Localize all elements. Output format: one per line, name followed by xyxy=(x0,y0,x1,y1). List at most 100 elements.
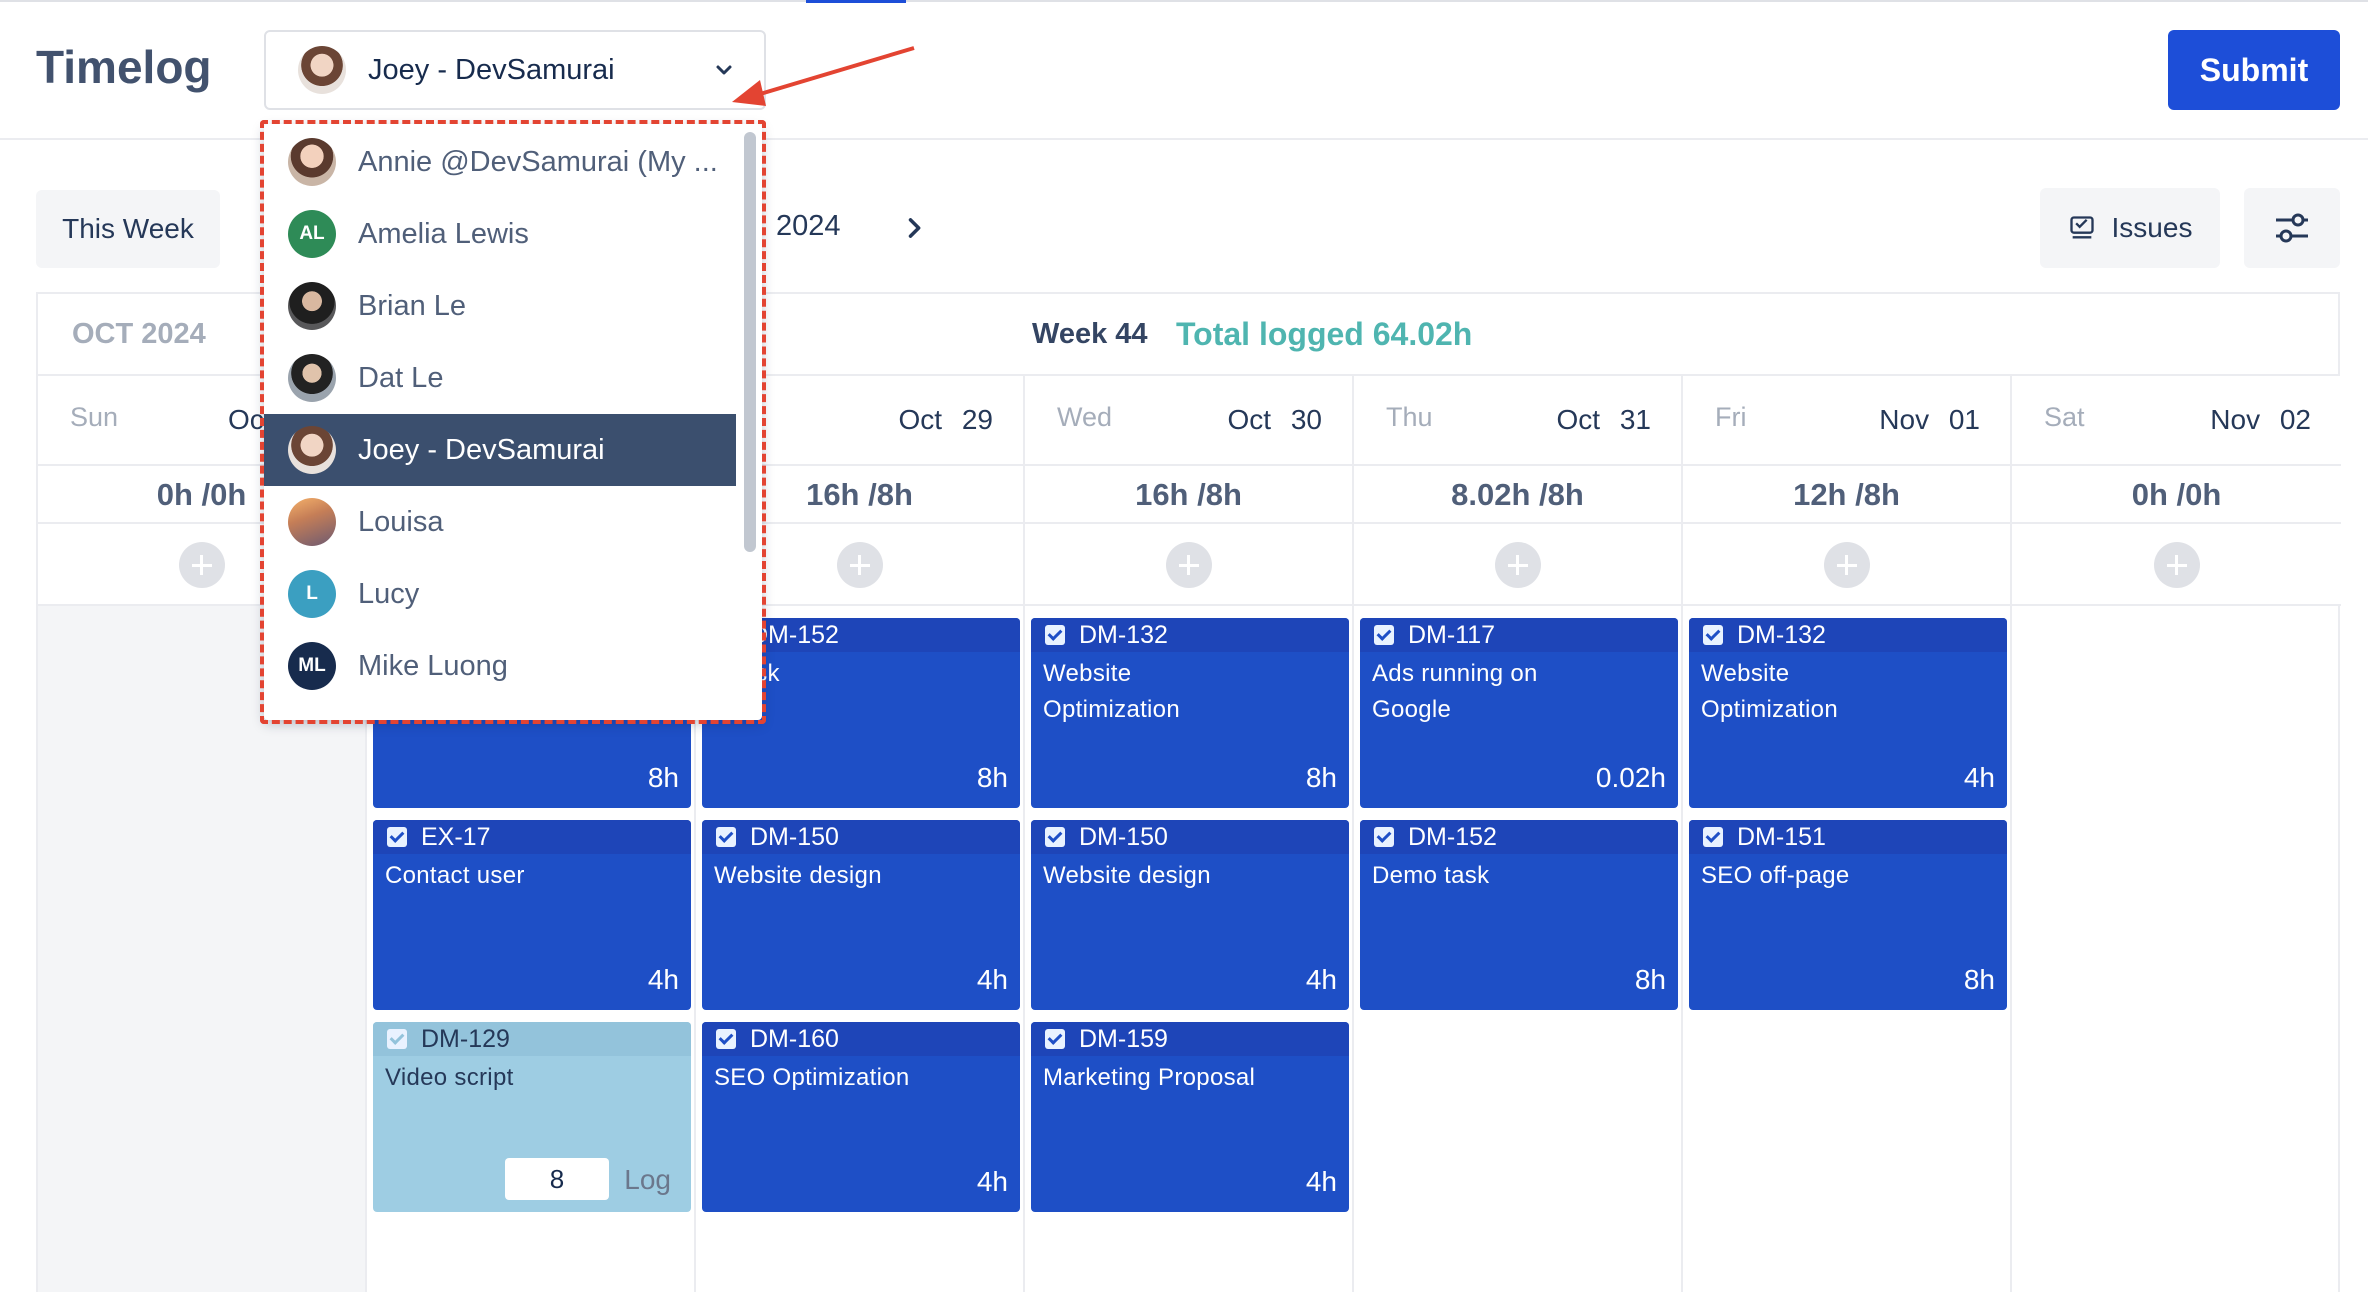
user-option[interactable]: Dat Le xyxy=(264,342,736,414)
checkbox-icon xyxy=(1045,625,1065,645)
card-hours: 8h xyxy=(647,762,679,793)
card-issue-key: DM-151 xyxy=(1737,822,1826,851)
issues-icon xyxy=(2069,216,2094,239)
card-issue-key: DM-159 xyxy=(1079,1024,1168,1053)
user-option-label: Annie @DevSamurai (My ... xyxy=(358,145,718,178)
avatar xyxy=(288,138,336,186)
card-issue-key: DM-150 xyxy=(1079,822,1168,851)
day-name: Sun xyxy=(70,402,119,432)
add-worklog-button[interactable] xyxy=(2153,542,2200,588)
card-summary: Website Optimization xyxy=(1043,660,1180,723)
selected-user-label: Joey - DevSamurai xyxy=(368,53,615,86)
day-hours: 8.02h /8h xyxy=(1354,466,1681,524)
user-option[interactable]: Brian Le xyxy=(264,270,736,342)
card-hours: 4h xyxy=(1963,762,1995,793)
chevron-right-icon[interactable] xyxy=(900,214,928,242)
dropdown-scrollbar[interactable] xyxy=(744,132,756,552)
user-option[interactable]: AL Amelia Lewis xyxy=(264,198,736,270)
worklog-card[interactable]: DM-151 SEO off-page 8h xyxy=(1689,820,2007,1010)
day-name: Wed xyxy=(1057,402,1113,432)
add-worklog-button[interactable] xyxy=(1494,542,1541,588)
worklog-card[interactable]: DM-150 Website design 4h xyxy=(702,820,1020,1010)
day-date: Oct 30 xyxy=(1227,404,1322,435)
user-option[interactable]: Louisa xyxy=(264,486,736,558)
worklog-card[interactable]: EX-17 Contact user 4h xyxy=(373,820,691,1010)
worklog-card[interactable]: DM-132 Website Optimization 4h xyxy=(1689,618,2007,808)
worklog-card[interactable]: DM-150 Website design 4h xyxy=(1031,820,1349,1010)
checkbox-icon xyxy=(387,827,407,847)
day-hours: 0h /0h xyxy=(2012,466,2341,524)
card-summary: Marketing Proposal xyxy=(1043,1064,1256,1091)
add-worklog-button[interactable] xyxy=(836,542,883,588)
worklog-card-pending[interactable]: DM-129 Video script 8 Log xyxy=(373,1022,691,1212)
user-option-label: Amelia Lewis xyxy=(358,217,529,250)
avatar xyxy=(288,426,336,474)
checkbox-icon xyxy=(1703,827,1723,847)
month-label: OCT 2024 xyxy=(72,318,206,350)
avatar xyxy=(288,282,336,330)
log-hours-input[interactable]: 8 xyxy=(505,1158,609,1200)
day-hours: 16h /8h xyxy=(1025,466,1352,524)
user-option-label: Dat Le xyxy=(358,361,444,394)
worklog-card[interactable]: DM-160 SEO Optimization 4h xyxy=(702,1022,1020,1212)
user-option-selected[interactable]: Joey - DevSamurai xyxy=(264,414,736,486)
card-summary: SEO off-page xyxy=(1701,862,1850,889)
worklog-card[interactable]: DM-159 Marketing Proposal 4h xyxy=(1031,1022,1349,1212)
card-issue-key: DM-160 xyxy=(750,1024,839,1053)
avatar: ML xyxy=(288,642,336,690)
day-name: Thu xyxy=(1386,402,1433,432)
day-date: Oct 29 xyxy=(898,404,993,435)
card-hours: 8h xyxy=(1634,964,1666,995)
card-issue-key: DM-117 xyxy=(1408,620,1496,649)
add-worklog-button[interactable] xyxy=(1165,542,1212,588)
card-hours: 8h xyxy=(976,762,1008,793)
card-hours: 4h xyxy=(976,964,1008,995)
avatar: AL xyxy=(288,210,336,258)
add-worklog-button[interactable] xyxy=(178,542,225,588)
day-date: Oct 31 xyxy=(1556,404,1651,435)
worklog-card[interactable]: DM-152 Demo task 8h xyxy=(1360,820,1678,1010)
user-option[interactable]: Annie @DevSamurai (My ... xyxy=(264,126,736,198)
selected-user-avatar xyxy=(298,46,346,94)
worklog-card[interactable]: DM-117 Ads running on Google 0.02h xyxy=(1360,618,1678,808)
card-issue-key: EX-17 xyxy=(421,822,491,851)
this-week-button[interactable]: This Week xyxy=(36,190,220,268)
total-logged-label: Total logged 64.02h xyxy=(1176,316,1473,352)
checkbox-icon xyxy=(387,1029,407,1049)
page-title: Timelog xyxy=(36,41,212,93)
user-option-label: Mike Luong xyxy=(358,649,508,682)
filter-settings-button[interactable] xyxy=(2244,188,2340,268)
card-hours: 8h xyxy=(1963,964,1995,995)
checkbox-icon xyxy=(1703,625,1723,645)
checkbox-icon xyxy=(1045,827,1065,847)
day-name: Sat xyxy=(2044,402,2085,432)
submit-button[interactable]: Submit xyxy=(2168,30,2340,110)
day-date: Oc xyxy=(228,404,264,435)
user-dropdown-menu: Annie @DevSamurai (My ... AL Amelia Lewi… xyxy=(264,124,762,720)
day-date: Nov 01 xyxy=(1879,404,1980,435)
user-option-label: Joey - DevSamurai xyxy=(358,433,605,466)
top-border xyxy=(0,0,2368,2)
card-issue-key: DM-152 xyxy=(1408,822,1497,851)
card-summary: Video script xyxy=(385,1064,514,1091)
worklog-card[interactable]: DM-132 Website Optimization 8h xyxy=(1031,618,1349,808)
card-hours: 4h xyxy=(976,1166,1008,1197)
card-summary: Website Optimization xyxy=(1701,660,1838,723)
add-worklog-button[interactable] xyxy=(1823,542,1870,588)
user-option[interactable]: L Lucy xyxy=(264,558,736,630)
card-summary: Website design xyxy=(1043,862,1211,889)
issues-button[interactable]: Issues xyxy=(2040,188,2220,268)
card-hours: 4h xyxy=(1305,964,1337,995)
log-button[interactable]: Log xyxy=(624,1164,671,1196)
day-name: Fri xyxy=(1715,402,1747,432)
day-column-sat: Sat Nov 02 0h /0h xyxy=(2012,376,2341,1292)
user-option[interactable]: ML Mike Luong xyxy=(264,630,736,702)
card-issue-key: DM-129 xyxy=(421,1024,510,1053)
user-option-label: Lucy xyxy=(358,577,420,610)
user-select[interactable]: Joey - DevSamurai xyxy=(264,30,766,110)
card-hours: 0.02h xyxy=(1595,762,1666,793)
week-label: Week 44 xyxy=(1032,318,1148,350)
annotation-arrow-icon xyxy=(732,46,915,106)
card-issue-key: DM-150 xyxy=(750,822,839,851)
card-issue-key: DM-132 xyxy=(1079,620,1168,649)
